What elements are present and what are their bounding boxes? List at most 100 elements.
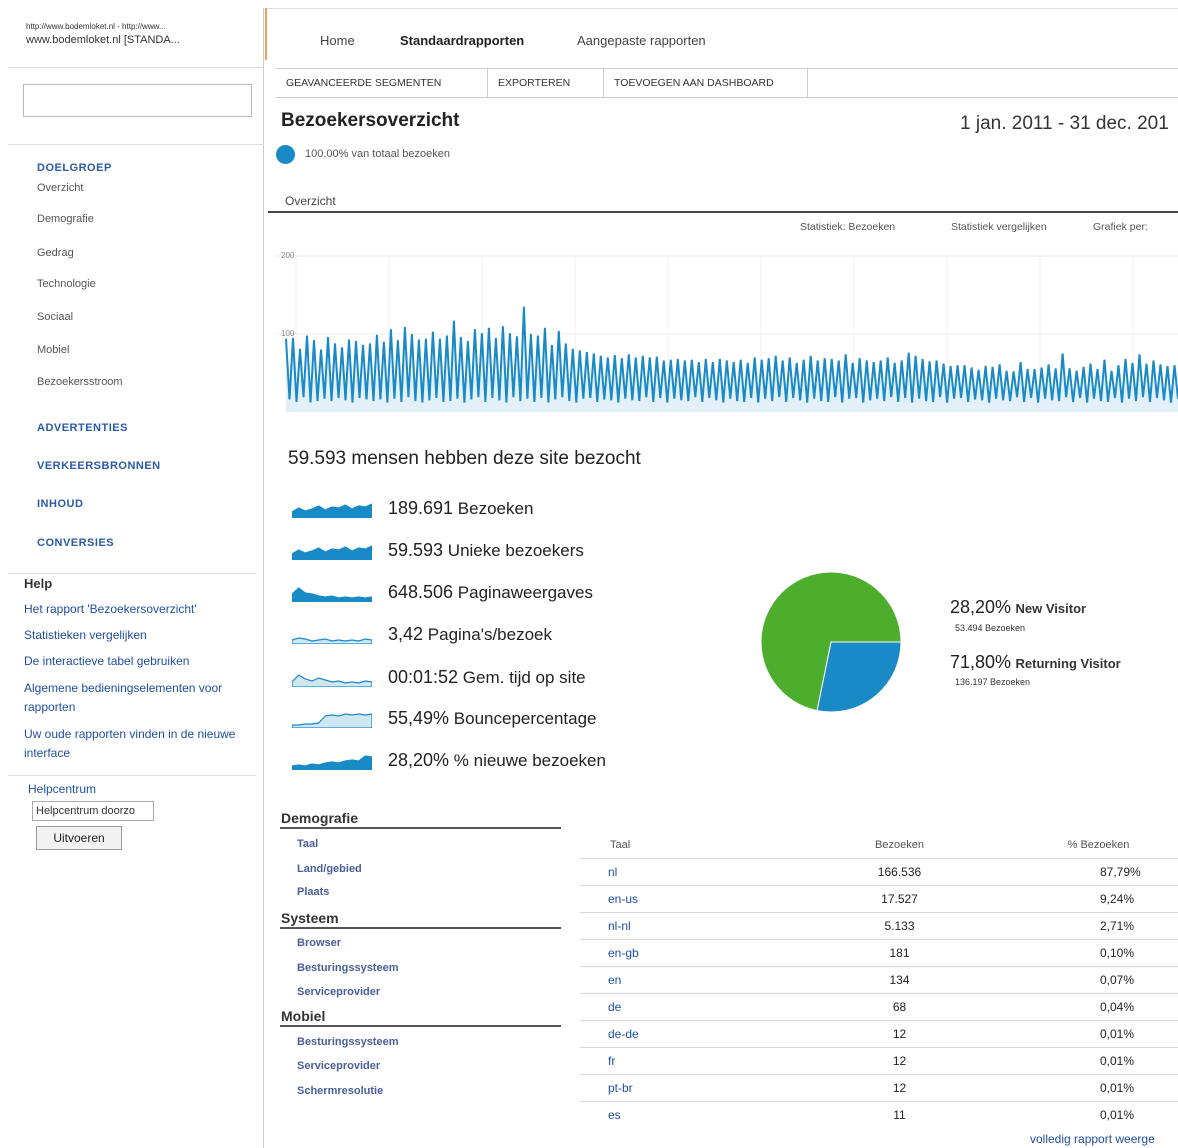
table-row[interactable]: nl-nl 5.133 2,71% [580, 911, 1178, 939]
helpcentrum-label[interactable]: Helpcentrum [28, 780, 96, 799]
metric-value: 3,42 [388, 624, 424, 644]
metric-label: Unieke bezoekers [443, 541, 584, 560]
returning-visitor-percent: 71,80% [950, 652, 1012, 672]
table-cell-language[interactable]: en-us [580, 884, 780, 912]
metric-sparkline [292, 545, 372, 560]
full-report-link[interactable]: volledig rapport weerge [1030, 1132, 1155, 1146]
table-cell-percent: 0,01% [1020, 1019, 1178, 1047]
metric-selector[interactable]: Statistiek: Bezoeken [800, 221, 895, 233]
help-title: Help [24, 576, 53, 591]
table-header-cell[interactable]: Taal [580, 832, 780, 858]
advanced-segments-button[interactable]: GEAVANCEERDE SEGMENTEN [276, 69, 488, 98]
table-cell-visits: 181 [780, 938, 1020, 966]
category-mobiel: Mobiel [281, 1008, 326, 1024]
metric-row[interactable]: 189.691 Bezoeken [388, 498, 533, 519]
tab-overzicht[interactable]: Overzicht [285, 194, 336, 208]
table-row[interactable]: fr 12 0,01% [580, 1046, 1178, 1074]
language-table: Taal Bezoeken% Bezoeken nl 166.536 87,79% en-… [580, 832, 1178, 1128]
category-item-browser[interactable]: Browser [297, 937, 341, 949]
sidebar-section-verkeersbronnen[interactable]: VERKEERSBRONNEN [37, 460, 161, 472]
table-cell-visits: 12 [780, 1073, 1020, 1101]
help-link-oude-rapporten[interactable]: Uw oude rapporten vinden in de nieuwe in… [24, 725, 249, 763]
help-link-rapport[interactable]: Het rapport 'Bezoekersoverzicht' [24, 600, 249, 619]
metric-label: Bezoeken [453, 499, 534, 518]
sidebar-search-input[interactable] [23, 84, 252, 117]
table-cell-language[interactable]: en [580, 965, 780, 993]
metric-value: 55,49% [388, 708, 450, 728]
table-row[interactable]: nl 166.536 87,79% [580, 857, 1178, 885]
table-cell-language[interactable]: nl-nl [580, 911, 780, 939]
table-row[interactable]: de 68 0,04% [580, 992, 1178, 1020]
help-link-bediening[interactable]: Algemene bedieningselementen voor rappor… [24, 679, 249, 717]
category-item-mobiel-serviceprovider[interactable]: Serviceprovider [297, 1060, 380, 1072]
divider [8, 775, 256, 776]
table-row[interactable]: en-gb 181 0,10% [580, 938, 1178, 966]
metric-row[interactable]: 55,49% Bouncepercentage [388, 708, 597, 729]
sidebar-item-demografie[interactable]: Demografie [37, 213, 94, 225]
category-item-taal[interactable]: Taal [297, 838, 318, 850]
uitvoeren-button[interactable]: Uitvoeren [36, 826, 122, 850]
export-button[interactable]: EXPORTEREN [488, 69, 604, 98]
table-header-cell[interactable]: % Bezoeken [1020, 832, 1178, 858]
sidebar-section-inhoud[interactable]: INHOUD [37, 498, 83, 510]
table-cell-language[interactable]: de-de [580, 1019, 780, 1047]
table-cell-language[interactable]: fr [580, 1046, 780, 1074]
tab-title[interactable]: www.bodemloket.nl [STANDA... [26, 34, 180, 46]
divider [8, 144, 264, 145]
report-title: Bezoekersoverzicht [281, 110, 460, 131]
graph-by-selector[interactable]: Grafiek per: [1093, 221, 1148, 233]
category-item-serviceprovider[interactable]: Serviceprovider [297, 986, 380, 998]
compare-metric-selector[interactable]: Statistiek vergelijken [951, 221, 1047, 233]
metric-value: 59.593 [388, 540, 444, 560]
metric-row[interactable]: 00:01:52 Gem. tijd op site [388, 667, 586, 688]
table-cell-language[interactable]: es [580, 1100, 780, 1128]
sidebar-item-mobiel[interactable]: Mobiel [37, 344, 69, 356]
table-header-cell[interactable]: Bezoeken [780, 832, 1020, 858]
sidebar-item-overzicht[interactable]: Overzicht [37, 182, 83, 194]
visitor-type-pie-chart[interactable] [760, 571, 902, 713]
nav-standaardrapporten[interactable]: Standaardrapporten [400, 33, 524, 48]
metric-row[interactable]: 3,42 Pagina's/bezoek [388, 624, 552, 645]
nav-home[interactable]: Home [320, 33, 355, 48]
nav-aangepaste-rapporten[interactable]: Aangepaste rapporten [577, 33, 706, 48]
visits-line-chart[interactable]: 200 100 [276, 236, 1178, 422]
sidebar-section-doelgroep[interactable]: DOELGROEP [37, 162, 112, 174]
helpcentrum-search-input[interactable]: Helpcentrum doorzo [32, 801, 154, 821]
table-cell-visits: 12 [780, 1046, 1020, 1074]
table-row[interactable]: en-us 17.527 9,24% [580, 884, 1178, 912]
table-row[interactable]: en 134 0,07% [580, 965, 1178, 993]
sidebar-item-technologie[interactable]: Technologie [37, 278, 96, 290]
table-cell-language[interactable]: en-gb [580, 938, 780, 966]
sidebar-item-gedrag[interactable]: Gedrag [37, 247, 74, 259]
metric-row[interactable]: 648.506 Paginaweergaves [388, 582, 593, 603]
category-item-land[interactable]: Land/gebied [297, 863, 362, 875]
metric-value: 189.691 [388, 498, 454, 518]
help-link-tabel[interactable]: De interactieve tabel gebruiken [24, 652, 249, 671]
table-row[interactable]: pt-br 12 0,01% [580, 1073, 1178, 1101]
metric-row[interactable]: 28,20% % nieuwe bezoeken [388, 750, 606, 771]
sidebar-section-conversies[interactable]: CONVERSIES [37, 537, 114, 549]
category-item-plaats[interactable]: Plaats [297, 886, 329, 898]
category-item-besturingssysteem[interactable]: Besturingssysteem [297, 962, 399, 974]
table-row[interactable]: de-de 12 0,01% [580, 1019, 1178, 1047]
category-item-mobiel-besturingssysteem[interactable]: Besturingssysteem [297, 1036, 399, 1048]
add-to-dashboard-button[interactable]: TOEVOEGEN AAN DASHBOARD [604, 69, 808, 98]
table-cell-visits: 12 [780, 1019, 1020, 1047]
help-link-statistieken[interactable]: Statistieken vergelijken [24, 626, 249, 645]
sidebar-item-sociaal[interactable]: Sociaal [37, 311, 73, 323]
table-row[interactable]: es 11 0,01% [580, 1100, 1178, 1128]
pie-slice[interactable] [816, 641, 902, 713]
category-demografie: Demografie [281, 810, 359, 826]
table-cell-language[interactable]: nl [580, 857, 780, 885]
metric-row[interactable]: 59.593 Unieke bezoekers [388, 540, 584, 561]
returning-visitor-label: Returning Visitor [1015, 656, 1121, 671]
metric-value: 648.506 [388, 582, 454, 602]
table-cell-language[interactable]: pt-br [580, 1073, 780, 1101]
sidebar-section-advertenties[interactable]: ADVERTENTIES [37, 422, 128, 434]
table-cell-language[interactable]: de [580, 992, 780, 1020]
sidebar-item-bezoekersstroom[interactable]: Bezoekersstroom [37, 376, 123, 388]
table-cell-percent: 0,07% [1020, 965, 1178, 993]
date-range-picker[interactable]: 1 jan. 2011 - 31 dec. 201 [960, 113, 1169, 135]
category-item-schermresolutie[interactable]: Schermresolutie [297, 1085, 383, 1097]
table-cell-percent: 0,10% [1020, 938, 1178, 966]
